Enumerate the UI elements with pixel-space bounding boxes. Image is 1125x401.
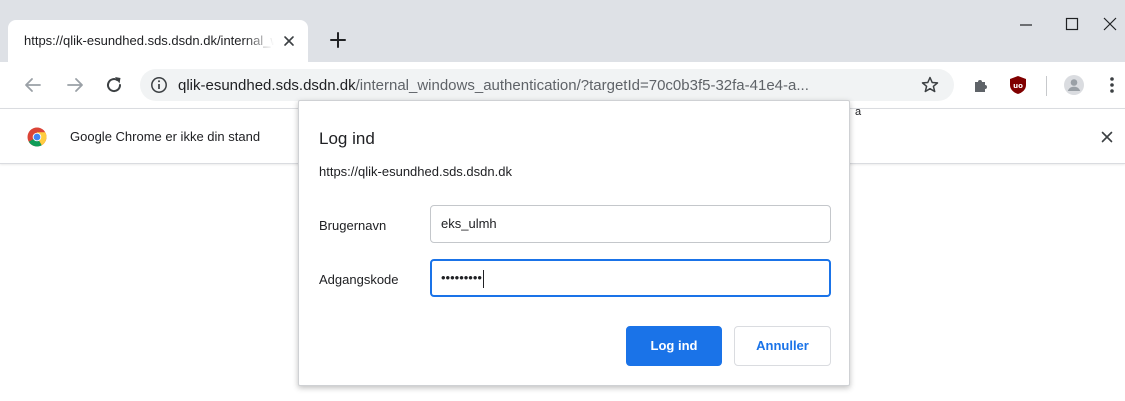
chrome-logo-icon xyxy=(27,127,47,147)
url-host: qlik-esundhed.sds.dsdn.dk xyxy=(178,77,356,94)
tab-close-icon[interactable] xyxy=(280,32,298,50)
tab-active[interactable]: https://qlik-esundhed.sds.dsdn.dk/intern… xyxy=(8,20,308,62)
browser-window: https://qlik-esundhed.sds.dsdn.dk/intern… xyxy=(0,0,1125,401)
ublock-icon[interactable]: uo xyxy=(1007,74,1029,96)
infobar-close-icon[interactable] xyxy=(1098,128,1116,146)
url-path: /internal_windows_authentication/?target… xyxy=(355,77,809,94)
dialog-origin: https://qlik-esundhed.sds.dsdn.dk xyxy=(319,164,512,179)
infobar-message: Google Chrome er ikke din stand xyxy=(70,129,261,144)
star-icon[interactable] xyxy=(920,75,940,95)
username-value: eks_ulmh xyxy=(441,216,497,231)
tab-strip: https://qlik-esundhed.sds.dsdn.dk/intern… xyxy=(0,0,1125,62)
password-label: Adgangskode xyxy=(319,272,399,287)
back-arrow-icon[interactable] xyxy=(22,74,44,96)
cancel-button[interactable]: Annuller xyxy=(734,326,831,366)
kebab-menu-icon[interactable] xyxy=(1101,74,1123,96)
toolbar-divider xyxy=(1046,76,1047,96)
maximize-icon[interactable] xyxy=(1062,14,1082,34)
reload-icon[interactable] xyxy=(103,74,125,96)
text-caret xyxy=(482,269,484,288)
new-tab-plus-icon[interactable] xyxy=(328,30,348,50)
window-close-icon[interactable] xyxy=(1100,14,1120,34)
forward-arrow-icon[interactable] xyxy=(64,74,86,96)
minimize-icon[interactable] xyxy=(1016,14,1036,34)
address-bar[interactable]: qlik-esundhed.sds.dsdn.dk/internal_windo… xyxy=(140,69,954,101)
username-input[interactable]: eks_ulmh xyxy=(430,205,831,243)
password-value: ••••••••• xyxy=(441,270,482,285)
url-text[interactable]: qlik-esundhed.sds.dsdn.dk/internal_windo… xyxy=(178,77,918,94)
username-label: Brugernavn xyxy=(319,218,387,233)
puzzle-icon[interactable] xyxy=(970,74,992,96)
svg-text:uo: uo xyxy=(1013,82,1023,90)
password-input[interactable]: ••••••••• xyxy=(430,259,831,297)
login-button[interactable]: Log ind xyxy=(626,326,722,366)
dialog-title: Log ind xyxy=(319,129,375,148)
infobar-overlap-text: a xyxy=(855,106,862,118)
info-icon[interactable] xyxy=(150,76,168,94)
profile-avatar-icon[interactable] xyxy=(1063,74,1085,96)
login-dialog: a Log ind https://qlik-esundhed.sds.dsdn… xyxy=(298,100,861,386)
tab-title: https://qlik-esundhed.sds.dsdn.dk/intern… xyxy=(24,33,274,48)
